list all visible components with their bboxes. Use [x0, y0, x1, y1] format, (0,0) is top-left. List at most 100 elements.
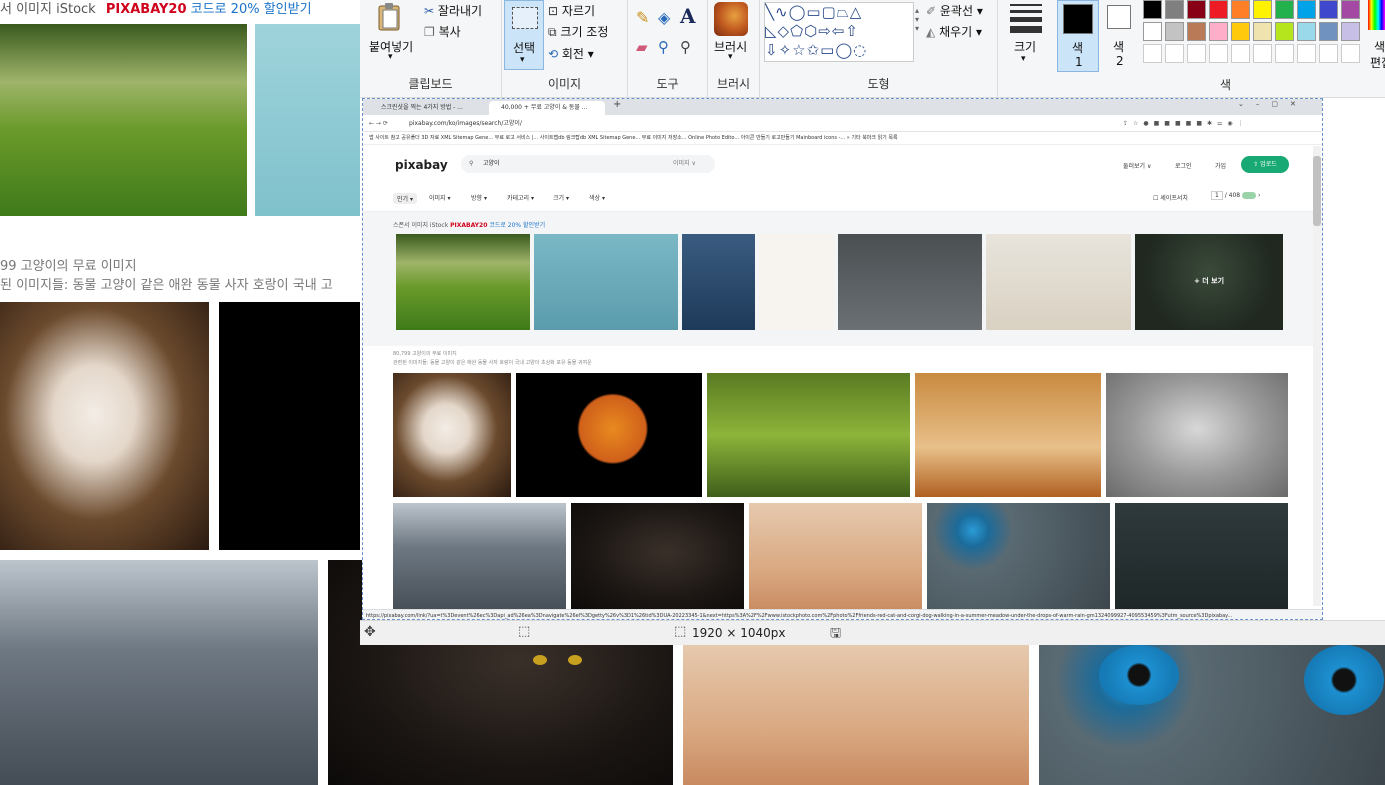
palette-swatch-empty[interactable] — [1341, 44, 1360, 63]
palette-swatch-empty[interactable] — [1209, 44, 1228, 63]
palette-swatch[interactable] — [1209, 22, 1228, 41]
palette-swatch[interactable] — [1275, 0, 1294, 19]
prev-page-button[interactable] — [1242, 192, 1257, 199]
color1-button[interactable]: 색 1 — [1057, 0, 1099, 72]
sponsored-photo[interactable] — [838, 234, 982, 330]
explore-link[interactable]: 둘러보기 ∨ — [1123, 161, 1151, 170]
captured-browser[interactable]: 스크린샷을 찍는 4가지 방법 - ... 40,000 + 무료 고양이 & … — [362, 98, 1323, 620]
brush-icon[interactable] — [714, 2, 748, 36]
nav-buttons[interactable]: ← → ⟳ — [369, 115, 388, 132]
paste-icon[interactable] — [374, 2, 408, 32]
crop-button[interactable]: ⊡ 자르기 — [548, 2, 595, 19]
login-link[interactable]: 로그인 — [1175, 161, 1192, 170]
extension-icons[interactable]: ⇪☆●■■■■■✱⚌◉⋮ — [1123, 115, 1249, 132]
pencil-icon[interactable]: ✎ — [636, 8, 649, 27]
color-picker-icon[interactable]: ⚲ — [658, 38, 669, 56]
scrollbar[interactable] — [1313, 146, 1321, 606]
next-page-icon[interactable]: › — [1258, 192, 1260, 199]
copy-button[interactable]: ❐ 복사 — [424, 23, 461, 40]
browser-tab[interactable]: 스크린샷을 찍는 4가지 방법 - ... — [369, 101, 485, 115]
cut-button[interactable]: ✂ 잘라내기 — [424, 2, 482, 19]
result-photo[interactable] — [516, 373, 702, 497]
sponsored-photo[interactable] — [986, 234, 1131, 330]
edit-colors-fragment[interactable]: 색 — [1374, 38, 1385, 55]
more-link[interactable]: + 더 보기 — [1135, 276, 1283, 286]
palette-swatch[interactable] — [1297, 0, 1316, 19]
filter-dropdown[interactable]: 색상 ▾ — [589, 193, 605, 202]
sponsored-photo-more[interactable]: + 더 보기 — [1135, 234, 1283, 330]
filter-dropdown[interactable]: 인기 ▾ — [393, 193, 417, 204]
result-photo[interactable] — [571, 503, 744, 613]
select-button[interactable]: 선택 ▾ — [504, 0, 544, 70]
result-photo[interactable] — [393, 373, 511, 497]
filter-dropdown[interactable]: 방향 ▾ — [471, 193, 487, 202]
window-controls[interactable]: ⌄–▢✕ — [1238, 100, 1308, 108]
palette-swatch-empty[interactable] — [1231, 44, 1250, 63]
outline-button[interactable]: ✐ 윤곽선 ▾ — [926, 2, 983, 19]
sponsored-photo[interactable] — [682, 234, 755, 330]
filter-dropdown[interactable]: 카테고리 ▾ — [507, 193, 534, 202]
palette-swatch[interactable] — [1341, 22, 1360, 41]
pixabay-logo[interactable]: pixabay — [395, 158, 448, 172]
result-photo[interactable] — [393, 503, 566, 613]
paste-dropdown-icon[interactable]: ▾ — [388, 52, 393, 62]
size-dropdown-icon[interactable]: ▾ — [1021, 54, 1026, 64]
url-field[interactable]: pixabay.com/ko/images/search/고양이/ — [409, 115, 522, 132]
palette-swatch[interactable] — [1319, 22, 1338, 41]
sponsored-photo[interactable] — [396, 234, 530, 330]
scrollbar-thumb[interactable] — [1313, 156, 1321, 226]
palette-swatch-empty[interactable] — [1275, 44, 1294, 63]
page-input[interactable]: 1 — [1211, 191, 1223, 200]
sponsored-photo[interactable] — [759, 234, 834, 330]
search-input[interactable]: 고양이 — [483, 155, 500, 173]
palette-swatch[interactable] — [1341, 0, 1360, 19]
text-tool-icon[interactable]: A — [680, 4, 696, 28]
result-photo[interactable] — [1115, 503, 1288, 613]
palette-swatch[interactable] — [1187, 0, 1206, 19]
filter-dropdown[interactable]: 크기 ▾ — [553, 193, 569, 202]
bg-photo-moon[interactable] — [219, 302, 360, 550]
palette-swatch[interactable] — [1187, 22, 1206, 41]
bg-photo-tabby[interactable] — [683, 645, 1029, 785]
size-button[interactable]: 크기 — [1014, 38, 1036, 55]
filter-dropdown[interactable]: 이미지 ▾ — [429, 193, 450, 202]
result-photo[interactable] — [927, 503, 1110, 613]
palette-swatch[interactable] — [1231, 0, 1250, 19]
palette-swatch-empty[interactable] — [1165, 44, 1184, 63]
palette-swatch[interactable] — [1165, 22, 1184, 41]
magnifier-icon[interactable]: ⚲ — [680, 38, 691, 56]
palette-swatch[interactable] — [1231, 22, 1250, 41]
bg-promo-link[interactable]: 코드로 20% 할인받기 — [191, 2, 312, 17]
safesearch-toggle[interactable]: ☐ 세이프서치 — [1153, 193, 1188, 202]
palette-swatch[interactable] — [1319, 0, 1338, 19]
palette-swatch[interactable] — [1297, 22, 1316, 41]
eraser-icon[interactable]: ▰ — [636, 38, 648, 56]
bg-photo-white-kitten[interactable] — [0, 302, 209, 550]
new-tab-button[interactable]: + — [613, 99, 621, 110]
palette-swatch[interactable] — [1253, 0, 1272, 19]
palette-swatch[interactable] — [1209, 0, 1228, 19]
browser-tab-active[interactable]: 40,000 + 무료 고양이 & 동물 ... — [489, 101, 605, 115]
palette-swatch-empty[interactable] — [1187, 44, 1206, 63]
shapes-scroll-icon[interactable]: ▴ ▾ ▾ — [915, 6, 919, 33]
rotate-button[interactable]: ⟲ 회전 ▾ — [548, 45, 594, 62]
palette-swatch[interactable] — [1143, 0, 1162, 19]
shapes-gallery[interactable]: ╲∿◯▭▢⏢△ ◺◇⬠⬡⇨⇦⇧ ⇩✧☆✩▭◯◌ — [764, 2, 914, 62]
join-link[interactable]: 가입 — [1215, 161, 1226, 170]
palette-swatch[interactable] — [1253, 22, 1272, 41]
bg-photo-pets-blue[interactable] — [255, 24, 360, 216]
bg-photo-blue-eyes[interactable] — [1039, 645, 1385, 785]
palette-swatch[interactable] — [1143, 22, 1162, 41]
bg-photo-kitten-flower[interactable] — [0, 560, 318, 785]
fill-button[interactable]: ◭ 채우기 ▾ — [926, 23, 982, 40]
brush-dropdown-icon[interactable]: ▾ — [728, 52, 733, 62]
palette-swatch[interactable] — [1275, 22, 1294, 41]
resize-button[interactable]: ⧉ 크기 조정 — [548, 23, 608, 40]
result-photo[interactable] — [749, 503, 922, 613]
search-box[interactable]: ⚲ 고양이 이미지 ∨ — [461, 155, 715, 173]
bg-photo-cat-corgi[interactable] — [0, 24, 247, 216]
result-photo[interactable] — [707, 373, 910, 497]
sponsor-link[interactable]: 코드로 20% 할인받기 — [489, 222, 545, 229]
edit-colors-icon[interactable] — [1368, 0, 1385, 30]
fill-bucket-icon[interactable]: ◈ — [658, 8, 670, 27]
